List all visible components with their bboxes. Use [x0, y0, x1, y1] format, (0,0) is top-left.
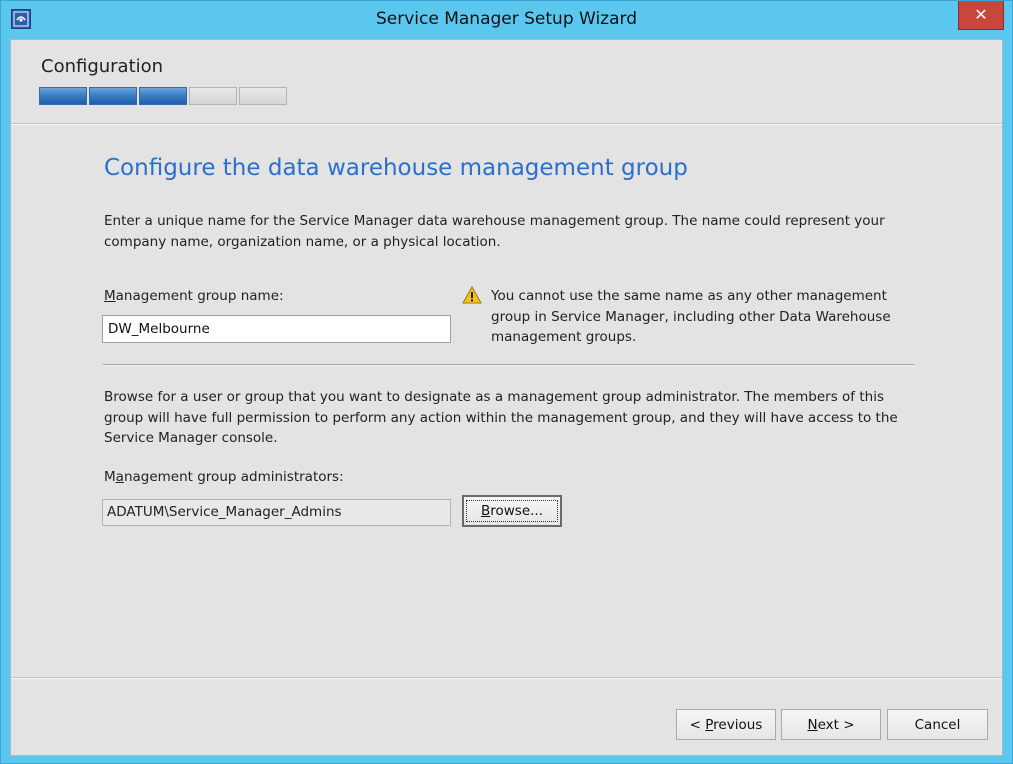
close-icon: ✕	[974, 5, 988, 24]
setup-wizard-window: Service Manager Setup Wizard ✕ Configura…	[0, 0, 1013, 764]
progress-segment	[39, 87, 87, 105]
section-divider	[103, 364, 915, 366]
progress-segment	[89, 87, 137, 105]
stage-title: Configuration	[41, 56, 164, 77]
warning-icon	[462, 285, 482, 304]
access-key: M	[104, 288, 116, 304]
browse-button[interactable]: Browse...	[462, 495, 562, 527]
warning-text: You cannot use the same name as any othe…	[491, 288, 891, 345]
progress-segment	[139, 87, 187, 105]
access-key: a	[115, 469, 124, 485]
wizard-client-area: Configuration Configure the data warehou…	[10, 39, 1003, 756]
title-bar[interactable]: Service Manager Setup Wizard ✕	[1, 1, 1012, 39]
page-heading: Configure the data warehouse management …	[104, 155, 688, 181]
management-group-name-input[interactable]	[102, 315, 451, 343]
administrators-field[interactable]: ADATUM\Service_Manager_Admins	[102, 499, 451, 526]
management-group-name-label: Management group name:	[104, 288, 284, 304]
progress-segment	[189, 87, 237, 105]
previous-button[interactable]: < Previous	[676, 709, 776, 740]
next-button[interactable]: Next >	[781, 709, 881, 740]
header-divider	[11, 123, 1002, 125]
footer-divider	[11, 677, 1002, 679]
focus-rectangle: Browse...	[466, 500, 558, 522]
administrators-description: Browse for a user or group that you want…	[104, 389, 898, 446]
intro-text: Enter a unique name for the Service Mana…	[104, 213, 885, 250]
cancel-button[interactable]: Cancel	[887, 709, 988, 740]
management-group-administrators-label: Management group administrators:	[104, 469, 344, 485]
progress-bar	[39, 87, 289, 105]
close-button[interactable]: ✕	[958, 1, 1004, 30]
progress-segment	[239, 87, 287, 105]
window-title: Service Manager Setup Wizard	[375, 9, 638, 29]
